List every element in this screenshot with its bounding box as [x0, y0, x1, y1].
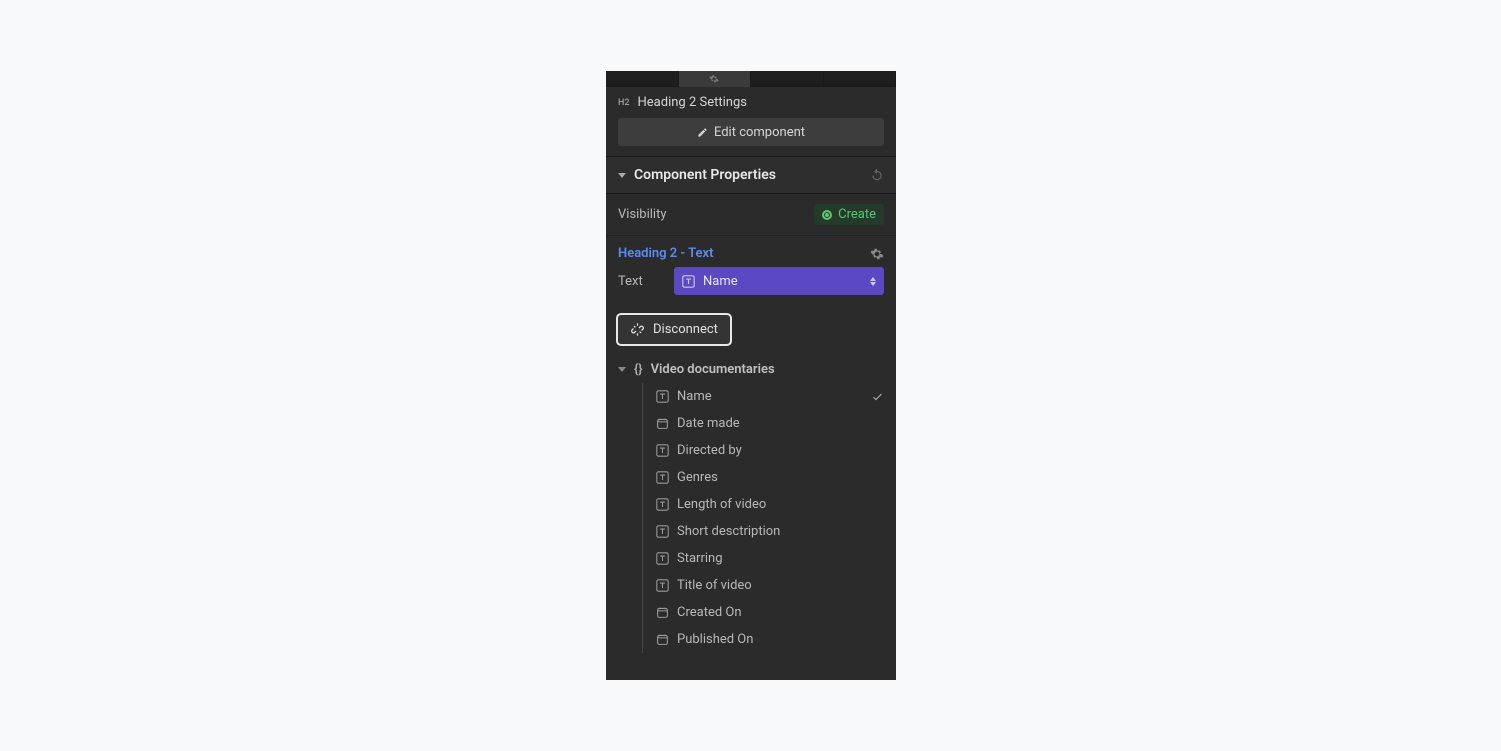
- text-field-icon: [656, 444, 669, 457]
- field-item[interactable]: Name: [636, 383, 896, 410]
- settings-title: Heading 2 Settings: [638, 95, 747, 110]
- field-label: Title of video: [677, 578, 752, 593]
- text-field-icon: [656, 525, 669, 538]
- field-label: Short desctription: [677, 524, 780, 539]
- heading2-text-row: Heading 2 - Text: [606, 236, 896, 267]
- caret-down-icon: [618, 367, 626, 372]
- date-field-icon: [656, 633, 669, 646]
- field-label: Length of video: [677, 497, 766, 512]
- braces-icon: {}: [634, 362, 643, 377]
- tab-3[interactable]: [751, 71, 824, 87]
- field-item[interactable]: Date made: [636, 410, 896, 437]
- check-icon: [871, 390, 884, 403]
- visibility-row: Visibility Create: [606, 194, 896, 236]
- component-properties-header[interactable]: Component Properties: [606, 156, 896, 194]
- field-label: Date made: [677, 416, 740, 431]
- text-field-icon: [656, 552, 669, 565]
- field-item[interactable]: Published On: [636, 626, 896, 653]
- visibility-label: Visibility: [618, 207, 667, 222]
- radio-dot-icon: [822, 210, 832, 220]
- text-field-icon: [682, 275, 695, 288]
- date-field-icon: [656, 417, 669, 430]
- bound-field-name: Name: [703, 274, 738, 289]
- field-item[interactable]: Starring: [636, 545, 896, 572]
- field-item[interactable]: Directed by: [636, 437, 896, 464]
- collection-header[interactable]: {} Video documentaries: [606, 356, 896, 383]
- text-field-icon: [656, 579, 669, 592]
- text-binding-select[interactable]: Name: [674, 267, 884, 295]
- heading2-text-label: Heading 2 - Text: [618, 246, 713, 261]
- field-item[interactable]: Length of video: [636, 491, 896, 518]
- text-field-icon: [656, 498, 669, 511]
- component-properties-title: Component Properties: [634, 167, 776, 183]
- field-label: Name: [677, 389, 712, 404]
- field-list: Name Date made Directed by Genres Length of …: [606, 383, 896, 653]
- field-label: Directed by: [677, 443, 742, 458]
- disconnect-label: Disconnect: [653, 322, 718, 337]
- settings-header: H2 Heading 2 Settings: [606, 87, 896, 118]
- field-item[interactable]: Genres: [636, 464, 896, 491]
- text-binding-row: Text Name: [606, 267, 896, 307]
- text-field-icon: [656, 390, 669, 403]
- create-label: Create: [838, 207, 876, 222]
- caret-down-icon: [618, 173, 626, 178]
- collection-name: Video documentaries: [651, 362, 775, 377]
- top-tabs: [606, 71, 896, 87]
- field-item[interactable]: Title of video: [636, 572, 896, 599]
- tab-2-active[interactable]: [679, 71, 752, 87]
- gear-icon[interactable]: [870, 247, 884, 261]
- gear-icon: [709, 74, 719, 84]
- text-field-icon: [656, 471, 669, 484]
- field-label: Created On: [677, 605, 742, 620]
- field-item[interactable]: Created On: [636, 599, 896, 626]
- settings-panel: H2 Heading 2 Settings Edit component Com…: [606, 71, 896, 680]
- field-item[interactable]: Short desctription: [636, 518, 896, 545]
- text-label: Text: [618, 274, 666, 289]
- date-field-icon: [656, 606, 669, 619]
- pencil-icon: [697, 127, 708, 138]
- unlink-icon: [630, 322, 645, 337]
- tab-4[interactable]: [824, 71, 897, 87]
- field-label: Published On: [677, 632, 753, 647]
- edit-component-button[interactable]: Edit component: [618, 118, 884, 146]
- tab-1[interactable]: [606, 71, 679, 87]
- select-caret-icon: [870, 277, 876, 286]
- disconnect-button[interactable]: Disconnect: [616, 313, 732, 346]
- field-label: Starring: [677, 551, 723, 566]
- edit-component-label: Edit component: [714, 125, 805, 140]
- field-label: Genres: [677, 470, 718, 485]
- create-badge[interactable]: Create: [814, 204, 884, 225]
- reset-icon[interactable]: [870, 168, 884, 182]
- h2-badge: H2: [618, 98, 630, 108]
